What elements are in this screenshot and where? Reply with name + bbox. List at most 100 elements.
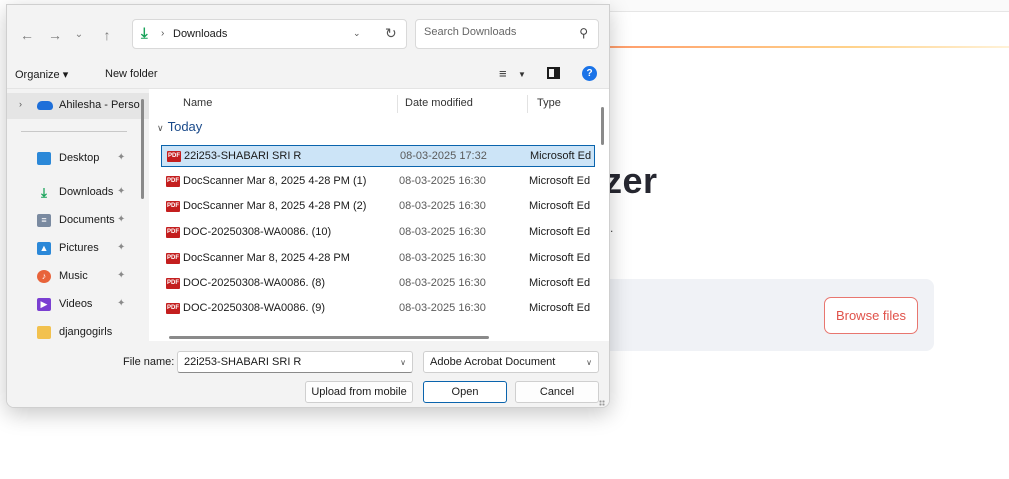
file-name-dropdown-chevron-icon[interactable]: ∨ (400, 358, 406, 367)
file-name: DocScanner Mar 8, 2025 4-28 PM (2) (183, 200, 367, 212)
cancel-button[interactable]: Cancel (515, 381, 599, 403)
column-header-type[interactable]: Type (537, 89, 561, 117)
browse-files-button[interactable]: Browse files (824, 297, 918, 334)
collapse-chevron-icon: ∨ (157, 123, 164, 133)
forward-arrow-icon[interactable]: → (45, 25, 65, 45)
file-list-vertical-scrollbar[interactable] (601, 107, 604, 145)
nav-item-documents[interactable]: ≡ Documents ✦ (7, 209, 137, 233)
file-type-dropdown-chevron-icon[interactable]: ∨ (586, 358, 592, 367)
nav-item-label: Pictures (59, 242, 99, 254)
music-icon: ♪ (37, 270, 51, 283)
file-name: DOC-20250308-WA0086. (9) (183, 302, 326, 314)
nav-item-label: Music (59, 270, 88, 282)
group-header-today[interactable]: ∨ Today (157, 119, 202, 134)
file-type: Microsoft Ed (529, 200, 591, 212)
file-date: 08-03-2025 16:30 (399, 175, 486, 187)
pin-icon[interactable]: ✦ (117, 186, 125, 197)
file-name: DocScanner Mar 8, 2025 4-28 PM (183, 252, 350, 264)
file-row[interactable]: PDF 22i253-SHABARI SRI R 08-03-2025 17:3… (161, 145, 595, 167)
file-name: DOC-20250308-WA0086. (10) (183, 226, 332, 238)
pin-icon[interactable]: ✦ (117, 298, 125, 309)
file-date: 08-03-2025 16:30 (399, 252, 486, 264)
file-name-field[interactable]: 22i253-SHABARI SRI R ∨ (177, 351, 413, 373)
open-button[interactable]: Open (423, 381, 507, 403)
breadcrumb-separator: › (161, 28, 165, 39)
file-row[interactable]: PDF DocScanner Mar 8, 2025 4-28 PM (1) 0… (161, 171, 595, 193)
breadcrumb-downloads[interactable]: Downloads (173, 28, 227, 40)
nav-item-djangogirls[interactable]: djangogirls (7, 321, 137, 341)
folder-icon (37, 326, 51, 339)
address-dropdown-chevron-icon[interactable]: ⌄ (353, 28, 361, 39)
pictures-icon: ▲ (37, 242, 51, 255)
file-date: 08-03-2025 16:30 (399, 302, 486, 314)
group-label: Today (167, 119, 203, 134)
dialog-footer: File name: 22i253-SHABARI SRI R ∨ Adobe … (7, 341, 609, 407)
pin-icon[interactable]: ✦ (117, 152, 125, 163)
download-icon: ⤓ (41, 185, 47, 200)
nav-item-desktop[interactable]: Desktop ✦ (7, 147, 137, 171)
pin-icon[interactable]: ✦ (117, 270, 125, 281)
nav-item-downloads[interactable]: ⤓ Downloads ✦ (7, 181, 137, 205)
search-input[interactable] (424, 26, 564, 38)
column-header-name[interactable]: Name (183, 89, 212, 117)
nav-item-label: Documents (59, 214, 115, 226)
file-open-dialog: ← → ⌄ ↑ ⤓ › Downloads ⌄ ↻ ⚲ Organize ▾ N… (6, 4, 610, 408)
back-arrow-icon[interactable]: ← (17, 25, 37, 45)
file-row[interactable]: PDF DOC-20250308-WA0086. (9) 08-03-2025 … (161, 298, 595, 320)
resize-grip-icon[interactable] (599, 400, 605, 406)
browser-top-bar (610, 0, 1009, 12)
pdf-file-icon: PDF (166, 303, 180, 314)
nav-item-videos[interactable]: ▶ Videos ✦ (7, 293, 137, 317)
nav-item-label: Downloads (59, 186, 114, 198)
pdf-file-icon: PDF (166, 227, 180, 238)
file-row[interactable]: PDF DocScanner Mar 8, 2025 4-28 PM 08-03… (161, 248, 595, 270)
nav-item-music[interactable]: ♪ Music ✦ (7, 265, 137, 289)
organize-menu[interactable]: Organize ▾ (15, 68, 68, 81)
view-options-icon[interactable]: ≡ (499, 66, 507, 81)
pin-icon[interactable]: ✦ (117, 214, 125, 225)
nav-item-label: Videos (59, 298, 93, 310)
preview-pane-icon[interactable] (547, 67, 560, 79)
address-bar-row: ← → ⌄ ↑ ⤓ › Downloads ⌄ ↻ ⚲ (7, 5, 609, 61)
nav-item-onedrive[interactable]: › Ahilesha - Perso (7, 93, 149, 119)
file-row[interactable]: PDF DOC-20250308-WA0086. (8) 08-03-2025 … (161, 273, 595, 295)
documents-icon: ≡ (37, 214, 51, 227)
file-type: Microsoft Ed (529, 226, 591, 238)
view-dropdown-chevron-icon[interactable]: ▼ (518, 70, 526, 79)
file-type-select[interactable]: Adobe Acrobat Document ∨ (423, 351, 599, 373)
help-icon[interactable]: ? (582, 66, 597, 81)
file-date: 08-03-2025 17:32 (400, 150, 487, 162)
nav-item-label: Ahilesha - Perso (59, 99, 140, 111)
new-folder-button[interactable]: New folder (105, 68, 158, 80)
refresh-icon[interactable]: ↻ (385, 25, 397, 42)
recent-locations-chevron-icon[interactable]: ⌄ (69, 25, 89, 45)
column-header-date[interactable]: Date modified (405, 89, 473, 117)
file-date: 08-03-2025 16:30 (399, 200, 486, 212)
videos-icon: ▶ (37, 298, 51, 311)
file-name-value[interactable]: 22i253-SHABARI SRI R (184, 356, 301, 368)
nav-item-label: djangogirls (59, 326, 113, 338)
column-divider[interactable] (527, 95, 528, 113)
expand-chevron-icon[interactable]: › (19, 99, 22, 109)
address-bar[interactable]: ⤓ › Downloads ⌄ ↻ (132, 19, 407, 49)
command-bar: Organize ▾ New folder ≡ ▼ ? (7, 61, 609, 89)
upload-from-mobile-button[interactable]: Upload from mobile (305, 381, 413, 403)
file-date: 08-03-2025 16:30 (399, 277, 486, 289)
file-list-horizontal-scrollbar[interactable] (169, 336, 489, 339)
pin-icon[interactable]: ✦ (117, 242, 125, 253)
nav-item-pictures[interactable]: ▲ Pictures ✦ (7, 237, 137, 261)
header-accent-line (610, 46, 1009, 48)
file-row[interactable]: PDF DOC-20250308-WA0086. (10) 08-03-2025… (161, 222, 595, 244)
file-type: Microsoft Ed (529, 175, 591, 187)
file-date: 08-03-2025 16:30 (399, 226, 486, 238)
up-arrow-icon[interactable]: ↑ (97, 25, 117, 45)
pdf-file-icon: PDF (166, 176, 180, 187)
search-box[interactable]: ⚲ (415, 19, 599, 49)
file-name: DOC-20250308-WA0086. (8) (183, 277, 326, 289)
page-heading: zer (604, 160, 658, 201)
nav-scrollbar[interactable] (141, 99, 144, 199)
nav-divider (21, 131, 127, 132)
search-icon[interactable]: ⚲ (579, 26, 588, 40)
column-divider[interactable] (397, 95, 398, 113)
file-row[interactable]: PDF DocScanner Mar 8, 2025 4-28 PM (2) 0… (161, 196, 595, 218)
